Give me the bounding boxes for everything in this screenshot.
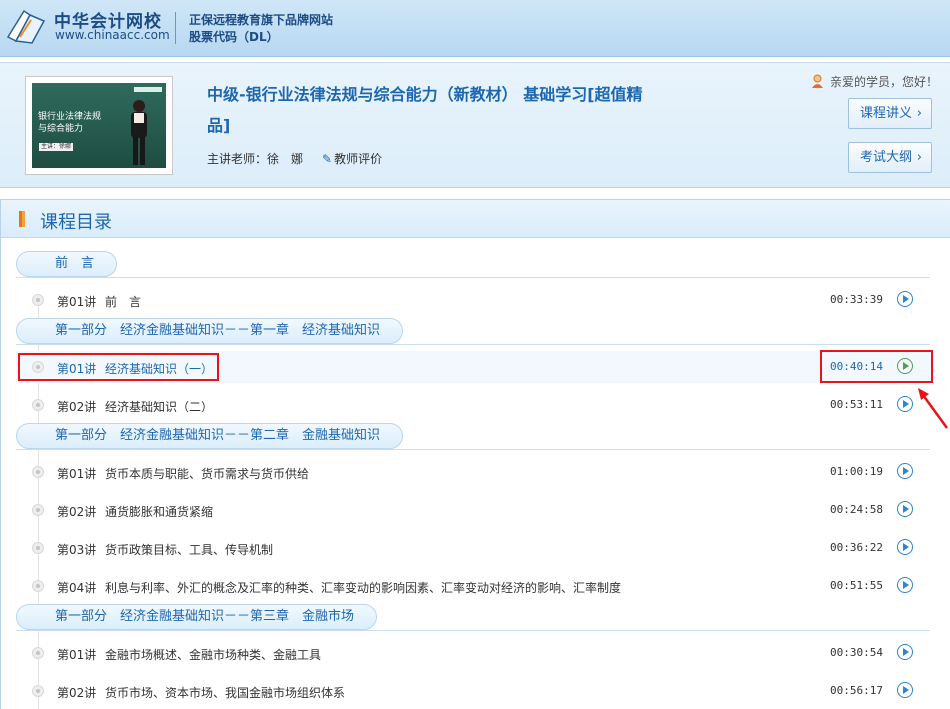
lesson-title[interactable]: 货币政策目标、工具、传导机制	[105, 541, 273, 558]
catalog-header: 课程目录	[1, 200, 950, 238]
brand-slogan: 正保远程教育旗下品牌网站	[189, 13, 334, 27]
course-title: 中级-银行业法律法规与综合能力（新教材） 基础学习[超值精品]	[207, 85, 643, 135]
play-icon[interactable]	[897, 396, 913, 412]
book-logo-icon[interactable]	[4, 7, 48, 45]
teacher-evaluation-label: 教师评价	[334, 152, 383, 166]
lesson-row[interactable]: 第03讲 货币政策目标、工具、传导机制 00:36:22	[16, 532, 934, 564]
lesson-duration: 00:24:58	[830, 503, 883, 516]
logo-url[interactable]: www.chinaacc.com	[55, 28, 170, 42]
play-icon[interactable]	[897, 644, 913, 660]
lesson-title[interactable]: 通货膨胀和通货紧缩	[105, 503, 213, 520]
timeline-dot	[32, 542, 44, 554]
section-header: 前 言	[16, 251, 118, 277]
user-greeting: 亲爱的学员，您好！	[811, 73, 938, 90]
teacher-evaluation-link[interactable]: ✎ 教师评价	[322, 150, 382, 167]
lesson-title[interactable]: 货币市场、资本市场、我国金融市场组织体系	[105, 684, 345, 701]
lesson-duration: 00:56:17	[830, 684, 883, 697]
lesson-number: 第03讲	[57, 543, 97, 557]
play-icon[interactable]	[897, 539, 913, 555]
pencil-icon: ✎	[322, 152, 333, 166]
lesson-row[interactable]: 第02讲 货币市场、资本市场、我国金融市场组织体系 00:56:17	[16, 675, 934, 707]
section-divider	[16, 630, 930, 631]
timeline-dot	[32, 504, 44, 516]
lesson-row[interactable]: 第01讲 货币本质与职能、货币需求与货币供给 01:00:19	[16, 456, 934, 488]
lesson-row[interactable]: 第02讲 经济基础知识（二） 00:53:11	[16, 389, 934, 421]
section-header: 第一部分 经济金融基础知识－－第二章 金融基础知识	[16, 423, 404, 449]
play-icon[interactable]	[897, 577, 913, 593]
timeline-dot	[32, 685, 44, 697]
lesson-duration: 00:36:22	[830, 541, 883, 554]
chevron-right-icon: ›	[916, 106, 922, 121]
lesson-number: 第02讲	[57, 505, 97, 519]
user-avatar-icon	[812, 74, 823, 88]
lesson-duration: 01:00:19	[830, 465, 883, 478]
lesson-row[interactable]: 第01讲 金融市场概述、金融市场种类、金融工具 00:30:54	[16, 637, 934, 669]
red-arrow-icon	[918, 388, 949, 429]
timeline-dot	[32, 399, 44, 411]
lesson-row[interactable]: 第04讲 利息与利率、外汇的概念及汇率的种类、汇率变动的影响因素、汇率变动对经济…	[16, 570, 934, 602]
lesson-title[interactable]: 利息与利率、外汇的概念及汇率的种类、汇率变动的影响因素、汇率变动对经济的影响、汇…	[105, 579, 621, 596]
section-divider	[16, 277, 930, 278]
lesson-title[interactable]: 货币本质与职能、货币需求与货币供给	[105, 465, 309, 482]
teacher-name: 主讲老师：徐 娜	[207, 152, 304, 166]
lesson-title[interactable]: 经济基础知识（二）	[105, 398, 213, 415]
play-icon[interactable]	[897, 682, 913, 698]
lesson-title[interactable]: 前 言	[105, 293, 141, 310]
timeline-dot	[32, 580, 44, 592]
lesson-row[interactable]: 第02讲 通货膨胀和通货紧缩 00:24:58	[16, 494, 934, 526]
play-icon[interactable]	[897, 501, 913, 517]
lesson-number: 第01讲	[57, 648, 97, 662]
site-header: 中华会计网校 www.chinaacc.com 正保远程教育旗下品牌网站 股票代…	[0, 0, 950, 57]
course-info-panel: 银行业法律法规与综合能力 主讲：徐娜 中级-银行业法律法规与综合能力（新教材） …	[0, 62, 950, 188]
lesson-number: 第02讲	[57, 686, 97, 700]
lesson-number: 第04讲	[57, 581, 97, 595]
exam-outline-button[interactable]: 考试大纲 ›	[848, 142, 932, 173]
course-thumbnail-image: 银行业法律法规与综合能力 主讲：徐娜	[32, 83, 166, 168]
timeline-dot	[32, 466, 44, 478]
section-header: 第一部分 经济金融基础知识－－第一章 经济基础知识	[16, 318, 404, 344]
lesson-number: 第01讲	[57, 467, 97, 481]
lesson-title[interactable]: 金融市场概述、金融市场种类、金融工具	[105, 646, 321, 663]
section-divider	[16, 344, 930, 345]
highlight-box-lesson-title	[18, 353, 219, 381]
stock-code: 股票代码（DL）	[189, 30, 279, 44]
lesson-duration: 00:30:54	[830, 646, 883, 659]
section-header: 第一部分 经济金融基础知识－－第三章 金融市场	[16, 604, 378, 630]
thumbnail-logo	[134, 87, 162, 92]
catalog-marker-icon	[19, 211, 25, 227]
course-notes-label: 课程讲义	[860, 106, 913, 121]
course-catalog: 课程目录	[0, 199, 950, 709]
lesson-duration: 00:33:39	[830, 293, 883, 306]
thumbnail-teacher-tag: 主讲：徐娜	[39, 143, 73, 151]
chevron-right-icon: ›	[916, 150, 922, 165]
play-icon[interactable]	[897, 463, 913, 479]
play-icon[interactable]	[897, 291, 913, 307]
lesson-duration: 00:53:11	[830, 398, 883, 411]
lesson-number: 第02讲	[57, 400, 97, 414]
header-divider	[175, 12, 176, 44]
timeline-dot	[32, 294, 44, 306]
catalog-title: 课程目录	[40, 212, 112, 233]
lesson-row[interactable]: 第01讲 前 言 00:33:39	[16, 284, 934, 316]
timeline-dot	[32, 647, 44, 659]
course-notes-button[interactable]: 课程讲义 ›	[848, 98, 932, 129]
lesson-duration: 00:51:55	[830, 579, 883, 592]
thumbnail-title: 银行业法律法规与综合能力	[38, 112, 102, 134]
lesson-number: 第01讲	[57, 295, 97, 309]
teacher-figure	[131, 100, 147, 165]
section-divider	[16, 449, 930, 450]
greeting-text: 亲爱的学员，您好！	[830, 75, 939, 89]
course-thumbnail[interactable]: 银行业法律法规与综合能力 主讲：徐娜	[25, 76, 173, 175]
highlight-box-duration	[820, 350, 933, 383]
exam-outline-label: 考试大纲	[860, 150, 913, 165]
